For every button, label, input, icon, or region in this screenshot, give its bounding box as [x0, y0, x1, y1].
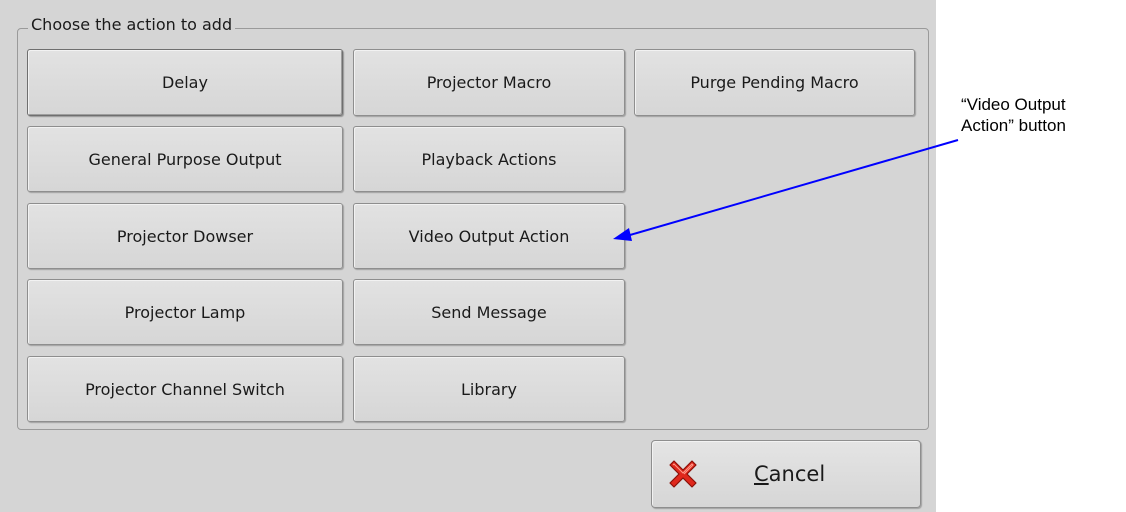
annotation-callout: “Video Output Action” button — [961, 94, 1121, 136]
projector-dowser-button[interactable]: Projector Dowser — [27, 203, 343, 269]
cancel-label-rest: ancel — [768, 462, 826, 486]
send-message-button[interactable]: Send Message — [353, 279, 625, 345]
cancel-mnemonic: C — [754, 462, 769, 486]
library-button[interactable]: Library — [353, 356, 625, 422]
add-action-dialog: Choose the action to add Delay Projector… — [0, 0, 936, 512]
screenshot-stage: Choose the action to add Delay Projector… — [0, 0, 1126, 512]
cancel-button-label: Cancel — [754, 457, 825, 491]
cancel-button[interactable]: Cancel — [651, 440, 921, 508]
purge-pending-macro-button[interactable]: Purge Pending Macro — [634, 49, 915, 116]
red-x-icon — [669, 460, 697, 488]
video-output-action-button[interactable]: Video Output Action — [353, 203, 625, 269]
general-purpose-output-button[interactable]: General Purpose Output — [27, 126, 343, 192]
projector-channel-switch-button[interactable]: Projector Channel Switch — [27, 356, 343, 422]
groupbox-title: Choose the action to add — [28, 15, 236, 35]
projector-macro-button[interactable]: Projector Macro — [353, 49, 625, 116]
projector-lamp-button[interactable]: Projector Lamp — [27, 279, 343, 345]
delay-button[interactable]: Delay — [27, 49, 343, 116]
annotation-line-1: “Video Output — [961, 95, 1066, 114]
annotation-line-2: Action” button — [961, 116, 1066, 135]
playback-actions-button[interactable]: Playback Actions — [353, 126, 625, 192]
